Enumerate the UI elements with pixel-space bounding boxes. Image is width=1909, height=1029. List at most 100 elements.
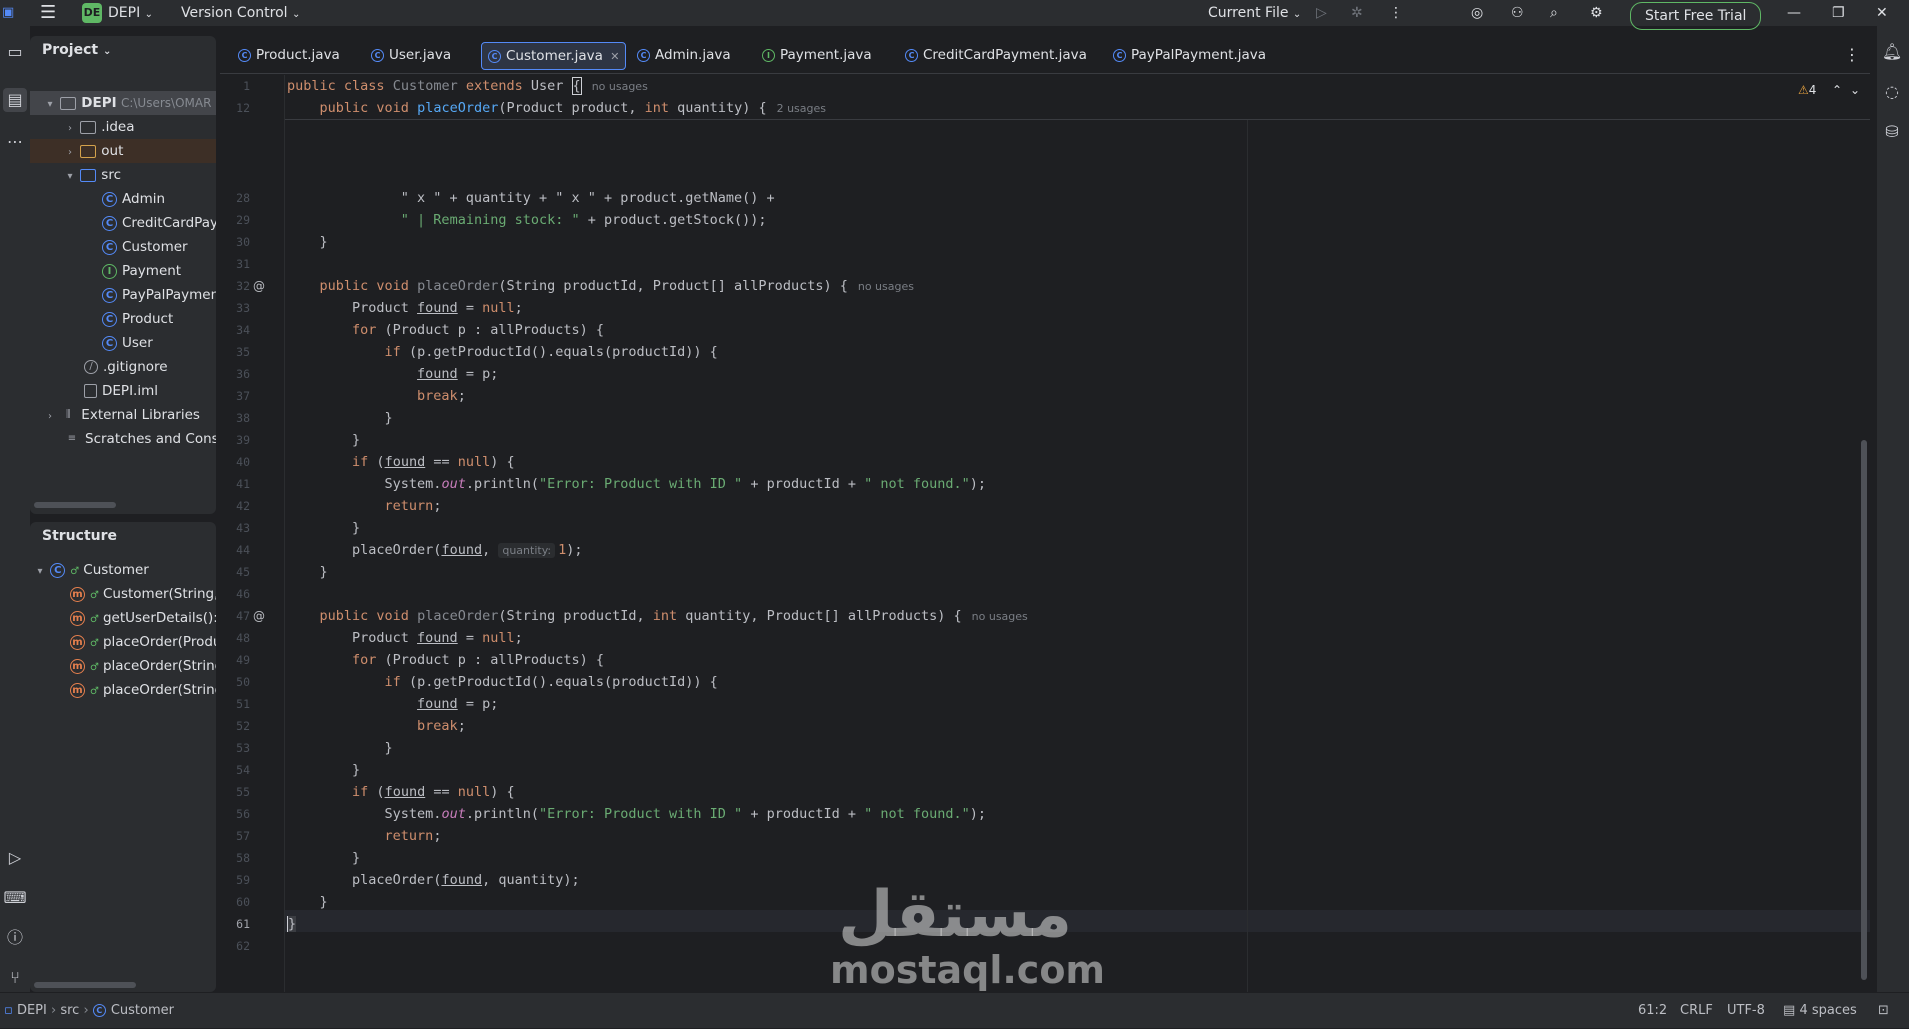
code-line: } [287, 520, 361, 536]
tree-item-external-libraries[interactable]: › ⫼ External Libraries [30, 403, 216, 427]
tree-item-customer[interactable]: C Customer [30, 235, 216, 259]
tab-product-java[interactable]: C Product.java [232, 42, 346, 68]
cursor-position[interactable]: 61:2 [1638, 993, 1667, 1029]
method-icon: m [70, 634, 85, 650]
tab-user-java[interactable]: C User.java [365, 42, 457, 68]
search-icon[interactable]: ⌕ [1550, 0, 1558, 26]
structure-item-method[interactable]: m ♂getUserDetails(): void [30, 606, 216, 630]
horizontal-scrollbar[interactable] [34, 982, 136, 988]
project-tool-icon[interactable]: ▭ [3, 40, 27, 64]
terminal-icon[interactable]: ⌨ [3, 886, 27, 910]
usages-hint[interactable]: no usages [858, 280, 914, 293]
project-panel-title[interactable]: Project ⌄ [42, 42, 111, 58]
tab-label: User.java [389, 47, 452, 63]
expand-arrow-icon[interactable]: › [64, 117, 76, 139]
line-separator[interactable]: CRLF [1680, 993, 1713, 1029]
tree-item-depi-iml[interactable]: DEPI.iml [30, 379, 216, 403]
line-number: 60 [236, 895, 250, 909]
problems-icon[interactable]: ⓘ [3, 926, 27, 950]
tab-paypalpayment-java[interactable]: C PayPalPayment.java [1107, 42, 1272, 68]
run-icon[interactable]: ▷ [1316, 0, 1327, 26]
debug-icon[interactable]: ✲ [1351, 0, 1363, 26]
structure-tool-icon[interactable]: ▤ [3, 88, 27, 112]
class-icon: C [102, 311, 117, 327]
file-encoding[interactable]: UTF-8 [1727, 993, 1765, 1029]
overload-marker-icon[interactable]: @ [253, 605, 265, 627]
expand-arrow-icon[interactable]: › [44, 405, 56, 427]
expand-arrow-icon[interactable]: ▾ [34, 560, 46, 582]
vertical-scrollbar[interactable] [1861, 440, 1867, 980]
tree-item-gitignore[interactable]: / .gitignore [30, 355, 216, 379]
vcs-menu[interactable]: Version Control ⌄ [181, 0, 300, 26]
tree-item-depi[interactable]: ▾ DEPI C:\Users\OMAR [30, 91, 216, 115]
previous-highlight-icon[interactable]: ⌃ [1832, 83, 1842, 97]
usages-hint[interactable]: no usages [972, 610, 1028, 623]
tree-item-user[interactable]: C User [30, 331, 216, 355]
run-tool-icon[interactable]: ▷ [3, 846, 27, 870]
database-icon[interactable]: ⛁ [1880, 120, 1904, 144]
breadcrumb-item[interactable]: src [60, 1003, 79, 1018]
tree-item-idea[interactable]: › .idea [30, 115, 216, 139]
tree-item-paypalpayment[interactable]: C PayPalPayment [30, 283, 216, 307]
minimize-icon[interactable]: — [1787, 0, 1801, 26]
structure-item-method[interactable]: m ♂Customer(String, String, String) [30, 582, 216, 606]
tree-item-product[interactable]: C Product [30, 307, 216, 331]
tree-item-payment[interactable]: I Payment [30, 259, 216, 283]
structure-item-method[interactable]: m ♂placeOrder(String, Product[]): void [30, 654, 216, 678]
close-window-icon[interactable]: ✕ [1876, 0, 1888, 26]
tree-item-src[interactable]: ▾ src [30, 163, 216, 187]
maximize-icon[interactable]: ❐ [1832, 0, 1845, 26]
add-user-icon[interactable]: ⚇ [1511, 0, 1524, 26]
structure-item-customer[interactable]: ▾ C ♂ Customer [30, 558, 216, 582]
run-config-selector[interactable]: Current File ⌄ [1208, 0, 1301, 26]
line-number: 61 [236, 917, 250, 931]
notifications-bell-icon[interactable]: 🔔︎ [1880, 40, 1904, 64]
class-icon: C [637, 48, 650, 62]
tree-item-out[interactable]: › out [30, 139, 216, 163]
project-name: DEPI [108, 5, 141, 21]
usages-hint[interactable]: no usages [592, 80, 648, 93]
structure-item-method[interactable]: m ♂placeOrder(Product, int): void [30, 630, 216, 654]
more-tools-icon[interactable]: ⋯ [3, 130, 27, 154]
start-free-trial-button[interactable]: Start Free Trial [1630, 2, 1762, 30]
overload-marker-icon[interactable]: @ [253, 275, 265, 297]
tab-creditcardpayment-java[interactable]: C CreditCardPayment.java [899, 42, 1093, 68]
ai-assistant-icon[interactable]: ◎ [1471, 0, 1483, 26]
main-menu-icon[interactable]: ☰ [40, 0, 56, 26]
code-line: } [287, 234, 328, 250]
expand-arrow-icon[interactable]: ▾ [44, 93, 56, 115]
line-number: 40 [236, 455, 250, 469]
breadcrumb-item[interactable]: Customer [111, 1003, 174, 1018]
tab-payment-java[interactable]: I Payment.java [756, 42, 878, 68]
expand-arrow-icon[interactable]: ▾ [64, 165, 76, 187]
code-editor[interactable]: 28 29 30 31 32 @ 33 34 35 36 37 38 39 40… [220, 75, 1870, 992]
structure-item-method[interactable]: m ♂placeOrder(String, int, Product[]): vo… [30, 678, 216, 702]
tab-admin-java[interactable]: C Admin.java [631, 42, 737, 68]
tree-item-label: Product [122, 311, 174, 327]
tree-item-scratches[interactable]: ≡ Scratches and Consoles [30, 427, 216, 451]
folder-icon [80, 120, 97, 134]
lock-icon[interactable]: ⊡ [1878, 993, 1889, 1029]
expand-arrow-icon[interactable]: › [64, 141, 76, 163]
horizontal-scrollbar[interactable] [34, 502, 116, 508]
line-number: 34 [236, 323, 250, 337]
next-highlight-icon[interactable]: ⌄ [1850, 83, 1860, 97]
structure-panel-title: Structure [42, 528, 118, 544]
close-tab-icon[interactable]: ✕ [610, 50, 619, 63]
tab-customer-java[interactable]: C Customer.java ✕ [481, 42, 627, 70]
tree-item-admin[interactable]: C Admin [30, 187, 216, 211]
right-tool-strip: 🔔︎ ◌ ⛁ [1877, 26, 1909, 992]
indent-setting[interactable]: ▤ 4 spaces [1783, 993, 1857, 1029]
code-line: break; [417, 388, 466, 404]
breadcrumb-item[interactable]: DEPI [17, 1003, 47, 1018]
sticky-scroll-header[interactable]: public class Customer extends User {no u… [236, 75, 1870, 120]
usages-hint[interactable]: 2 usages [777, 102, 826, 115]
settings-gear-icon[interactable]: ⚙ [1590, 0, 1603, 26]
git-icon[interactable]: ⑂ [3, 966, 27, 990]
project-selector[interactable]: DE DEPI ⌄ [82, 0, 153, 26]
inspection-widget[interactable]: ⚠4 [1798, 83, 1816, 97]
tree-item-creditcardpayment[interactable]: C CreditCardPayment [30, 211, 216, 235]
tab-options-icon[interactable]: ⋮ [1838, 42, 1866, 68]
more-actions-icon[interactable]: ⋮ [1389, 0, 1403, 26]
ai-chat-icon[interactable]: ◌ [1880, 80, 1904, 104]
